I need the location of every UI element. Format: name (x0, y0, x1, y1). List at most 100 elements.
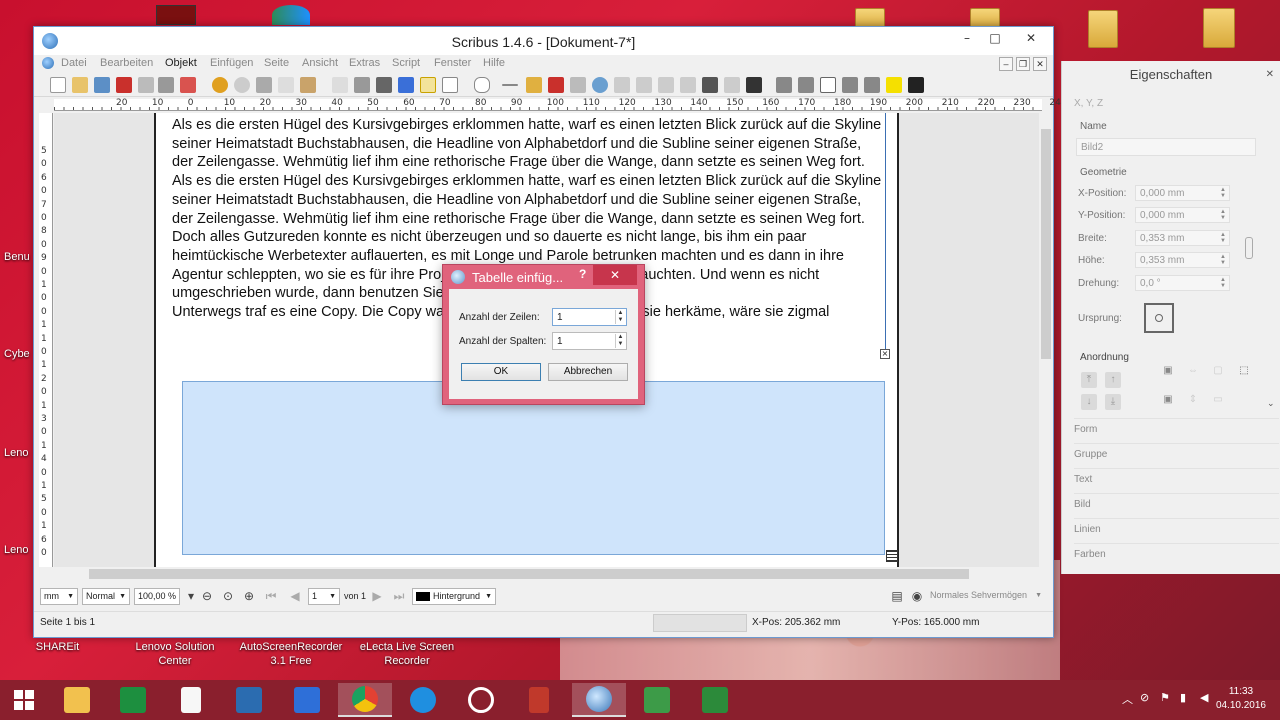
desktop-icon-label-shareit[interactable]: SHAREit (20, 640, 95, 654)
name-field[interactable]: Bild2 (1076, 138, 1256, 156)
y-position-field[interactable]: 0,000 mm ▲ ▼ (1135, 207, 1230, 223)
zoom-icon[interactable] (592, 77, 608, 93)
measure-icon[interactable] (702, 77, 718, 93)
taskbar-camtasia-recorder[interactable] (688, 683, 742, 717)
chevron-down-icon[interactable]: ⌄ (1267, 398, 1275, 409)
prev-page-icon[interactable]: ◀ (288, 589, 302, 603)
resize-handle-icon[interactable]: × (880, 349, 890, 359)
unit-select[interactable]: mm ▼ (40, 588, 78, 605)
palette-close-button[interactable]: ✕ (1266, 69, 1274, 80)
flip-icon[interactable]: ▢ (1210, 363, 1226, 379)
page-select[interactable]: 1 ▼ (308, 588, 340, 605)
lower-icon[interactable]: ↓ (1081, 394, 1097, 410)
table-handle-icon[interactable] (886, 550, 898, 562)
menu-fenster[interactable]: Fenster (434, 57, 471, 69)
copy-icon[interactable] (278, 77, 294, 93)
section-text[interactable]: Text (1074, 468, 1279, 490)
horizontal-scrollbar[interactable] (39, 567, 1027, 581)
select-icon[interactable] (332, 77, 348, 93)
pdf-export-icon[interactable] (180, 77, 196, 93)
minimize-button[interactable]: – (953, 27, 981, 49)
desktop-label[interactable]: Benu (4, 250, 30, 264)
taskbar-m-app[interactable] (280, 683, 334, 717)
edit-contents-icon[interactable] (614, 77, 630, 93)
spin-arrows-icon[interactable]: ▲ ▼ (1220, 232, 1226, 244)
taskbar-circle-app[interactable] (454, 683, 508, 717)
eyedropper-icon[interactable] (746, 77, 762, 93)
section-lines[interactable]: Linien (1074, 518, 1279, 540)
section-form[interactable]: Form (1074, 418, 1279, 440)
table-icon[interactable] (420, 77, 436, 93)
last-page-icon[interactable]: ⏭ (392, 589, 406, 603)
vision-icon[interactable]: ◉ (910, 589, 924, 603)
desktop-icon-label-autoscreenrecorder[interactable]: AutoScreenRecorder 3.1 Free (232, 640, 350, 668)
origin-center-icon[interactable] (1155, 314, 1163, 322)
taskbar-chrome[interactable] (338, 683, 392, 717)
taskbar-excel[interactable] (106, 683, 160, 717)
render-frame-icon[interactable] (398, 77, 414, 93)
menu-objekt[interactable]: Objekt (165, 57, 197, 69)
mode-select[interactable]: Normal ▼ (82, 588, 130, 605)
pdf-listbox-icon[interactable] (864, 77, 880, 93)
paste-icon[interactable] (300, 77, 316, 93)
image-frame-selected[interactable] (182, 381, 885, 555)
pdf-textfield-icon[interactable] (798, 77, 814, 93)
doc-minimize-button[interactable]: – (999, 57, 1013, 71)
vision-select[interactable]: Normales Sehvermögen ▼ (927, 588, 1045, 605)
spin-arrows-icon[interactable]: ▲ ▼ (1220, 277, 1226, 289)
desktop-app-icon[interactable] (156, 5, 196, 25)
first-page-icon[interactable]: ⏮ (264, 589, 278, 603)
menu-script[interactable]: Script (392, 57, 420, 69)
lock-icon[interactable]: ▣ (1160, 363, 1176, 379)
dialog-title-bar[interactable]: Tabelle einfüg... ? ✕ (443, 265, 644, 289)
menu-datei[interactable]: Datei (61, 57, 87, 69)
pdf-button-icon[interactable] (776, 77, 792, 93)
show-hidden-icons[interactable]: ︿ (1122, 691, 1133, 707)
cols-spinbox[interactable]: 1 ▲ ▼ (552, 332, 627, 350)
flag-icon[interactable]: ⚑ (1160, 691, 1170, 704)
polygon-icon[interactable] (474, 77, 490, 93)
cancel-button[interactable]: Abbrechen (548, 363, 628, 381)
image-frame-icon[interactable] (376, 77, 392, 93)
taskbar-explorer[interactable] (50, 683, 104, 717)
menu-seite[interactable]: Seite (264, 57, 289, 69)
section-colors[interactable]: Farben (1074, 543, 1279, 565)
rotation-field[interactable]: 0,0 ° ▲ ▼ (1135, 275, 1230, 291)
freehand-icon[interactable] (548, 77, 564, 93)
layer-select[interactable]: Hintergrund ▼ (412, 588, 496, 605)
antivirus-icon[interactable]: ⊘ (1140, 691, 1149, 704)
desktop-label[interactable]: Leno (4, 446, 28, 460)
copy-properties-icon[interactable] (724, 77, 740, 93)
desktop-label[interactable]: Cybe (4, 347, 30, 361)
taskbar-camtasia[interactable] (630, 683, 684, 717)
bezier-icon[interactable] (526, 77, 542, 93)
maximize-button[interactable]: □ (981, 27, 1009, 49)
raise-icon[interactable]: ↑ (1105, 372, 1121, 388)
pdf-checkbox-icon[interactable] (820, 77, 836, 93)
height-field[interactable]: 0,353 mm ▲ ▼ (1135, 252, 1230, 268)
line-icon[interactable] (502, 84, 518, 86)
help-button[interactable]: ? (579, 267, 586, 281)
preflight-icon[interactable] (158, 77, 174, 93)
spin-arrows-icon[interactable]: ▲ ▼ (1220, 209, 1226, 221)
close-button[interactable]: ✕ (1009, 27, 1053, 49)
taskbar-red-app[interactable] (512, 683, 566, 717)
vertical-scrollbar[interactable] (1039, 113, 1053, 567)
zoom-out-icon[interactable]: ⊖ (200, 589, 214, 603)
text-frame-icon[interactable] (354, 77, 370, 93)
flip-vertical-icon[interactable]: ⇕ (1185, 392, 1201, 408)
network-icon[interactable]: ▮ (1180, 691, 1186, 704)
spin-arrows-icon[interactable]: ▲ ▼ (1220, 254, 1226, 266)
title-bar[interactable]: Scribus 1.4.6 - [Dokument-7*] – □ ✕ (34, 27, 1053, 55)
zoom-in-icon[interactable]: ⊕ (242, 589, 256, 603)
save-icon[interactable] (94, 77, 110, 93)
undo-icon[interactable] (212, 77, 228, 93)
pdf-link-icon[interactable] (908, 77, 924, 93)
section-image[interactable]: Bild (1074, 493, 1279, 515)
unlink-frames-icon[interactable] (680, 77, 696, 93)
taskbar-ie[interactable] (396, 683, 450, 717)
preview-mode-icon[interactable]: ▤ (890, 589, 904, 603)
raise-to-top-icon[interactable]: ⤒ (1081, 372, 1097, 388)
lower-to-bottom-icon[interactable]: ⤓ (1105, 394, 1121, 410)
redo-icon[interactable] (234, 77, 250, 93)
